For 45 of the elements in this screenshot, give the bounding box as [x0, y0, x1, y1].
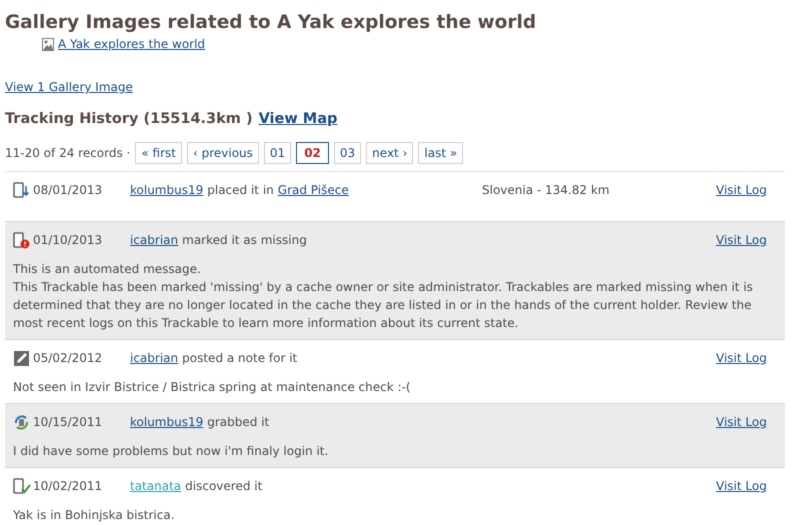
log-message: This is an automated message. [13, 261, 202, 278]
view-map-link[interactable]: View Map [258, 111, 338, 127]
grabbed-log-icon [13, 414, 31, 430]
log-message: This Trackable has been marked 'missing' by a cache owner or site administrator. Trackables are marked missing when it is determined that they are no longer located in the cache they are listed in or in the hands of the current holder. Review the most recent logs on this Trackable to learn more information about its current state. [13, 279, 754, 332]
page-link[interactable]: ‹ previous [186, 142, 259, 164]
view-gallery-link[interactable]: View 1 Gallery Image [5, 80, 133, 94]
log-message: Yak is in Bohinjska bistrica. [13, 507, 176, 524]
log-action: placed it in [207, 183, 274, 197]
log-action: posted a note for it [182, 351, 298, 365]
missing-log-icon [13, 232, 31, 248]
log-action: marked it as missing [182, 233, 307, 247]
log-action: discovered it [185, 479, 262, 493]
log-action: grabbed it [207, 415, 270, 429]
log-date: 10/15/2011 [33, 415, 102, 429]
log-message: I did have some problems but now i'm finaly login it. [13, 443, 330, 460]
page-link[interactable]: next › [366, 142, 414, 164]
page-link[interactable]: 03 [334, 142, 362, 164]
user-link[interactable]: kolumbus19 [130, 183, 204, 197]
visit-log-link[interactable]: Visit Log [716, 233, 767, 247]
gallery-link[interactable]: A Yak explores the world [58, 37, 206, 51]
log-date: 01/10/2013 [33, 233, 102, 247]
records-summary: 11-20 of 24 records · [5, 146, 130, 160]
visit-log-link[interactable]: Visit Log [716, 183, 767, 197]
user-link[interactable]: icabrian [130, 233, 178, 247]
cache-link[interactable]: Grad Pišece [278, 183, 349, 197]
page-link[interactable]: last » [418, 142, 464, 164]
page-link[interactable]: 02 [296, 142, 329, 164]
page-heading: Gallery Images related to A Yak explores the world [5, 11, 538, 35]
log-date: 05/02/2012 [33, 351, 102, 365]
log-date: 08/01/2013 [33, 183, 102, 197]
page-link[interactable]: « first [135, 142, 182, 164]
visit-log-link[interactable]: Visit Log [716, 415, 767, 429]
discovered-log-icon [13, 478, 31, 494]
user-link[interactable]: icabrian [130, 351, 178, 365]
page-link[interactable]: 01 [264, 142, 292, 164]
image-icon [42, 38, 54, 50]
note-log-icon [13, 350, 31, 366]
user-link[interactable]: kolumbus19 [130, 415, 204, 429]
log-message: Not seen in Izvir Bistrice / Bistrica spring at maintenance check :-( [13, 379, 412, 396]
visit-log-link[interactable]: Visit Log [716, 479, 767, 493]
placed-log-icon [13, 182, 31, 198]
log-date: 10/02/2011 [33, 479, 102, 493]
tracking-history-title: Tracking History (15514.3km ) [5, 111, 253, 127]
visit-log-link[interactable]: Visit Log [716, 351, 767, 365]
log-location: Slovenia - 134.82 km [482, 183, 610, 197]
